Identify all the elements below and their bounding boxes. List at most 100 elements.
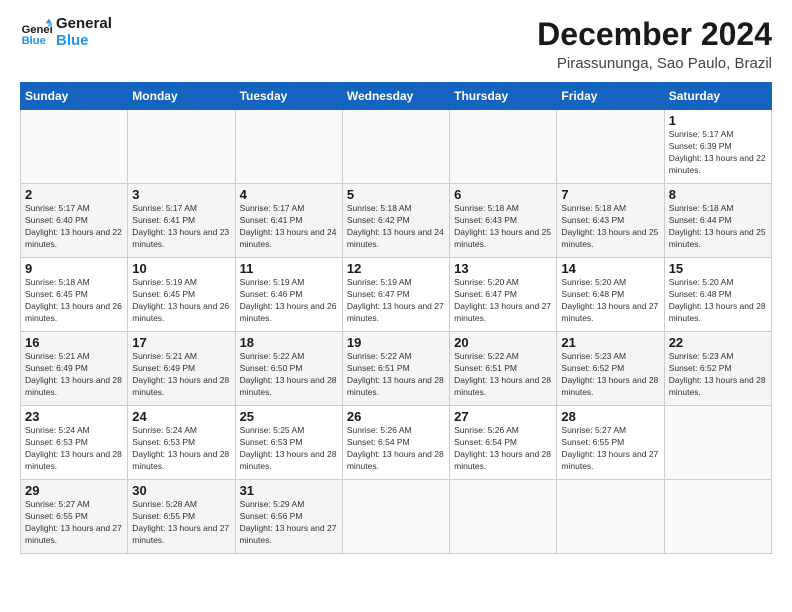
logo: General Blue General Blue — [20, 16, 112, 49]
day-cell: 19Sunrise: 5:22 AMSunset: 6:51 PMDayligh… — [342, 332, 449, 406]
day-cell: 22Sunrise: 5:23 AMSunset: 6:52 PMDayligh… — [664, 332, 771, 406]
day-cell: 4Sunrise: 5:17 AMSunset: 6:41 PMDaylight… — [235, 184, 342, 258]
day-info: Sunrise: 5:27 AMSunset: 6:55 PMDaylight:… — [25, 499, 123, 547]
day-cell: 5Sunrise: 5:18 AMSunset: 6:42 PMDaylight… — [342, 184, 449, 258]
week-row-1: 1Sunrise: 5:17 AMSunset: 6:39 PMDaylight… — [21, 110, 772, 184]
day-cell: 30Sunrise: 5:28 AMSunset: 6:55 PMDayligh… — [128, 480, 235, 554]
day-number: 12 — [347, 261, 445, 276]
day-cell: 9Sunrise: 5:18 AMSunset: 6:45 PMDaylight… — [21, 258, 128, 332]
calendar-page: General Blue General Blue December 2024 … — [0, 0, 792, 612]
day-info: Sunrise: 5:26 AMSunset: 6:54 PMDaylight:… — [454, 425, 552, 473]
day-number: 4 — [240, 187, 338, 202]
day-header-friday: Friday — [557, 83, 664, 110]
day-cell — [557, 480, 664, 554]
day-info: Sunrise: 5:27 AMSunset: 6:55 PMDaylight:… — [561, 425, 659, 473]
day-cell: 18Sunrise: 5:22 AMSunset: 6:50 PMDayligh… — [235, 332, 342, 406]
day-header-sunday: Sunday — [21, 83, 128, 110]
logo-blue: Blue — [56, 33, 112, 50]
day-info: Sunrise: 5:21 AMSunset: 6:49 PMDaylight:… — [132, 351, 230, 399]
day-number: 21 — [561, 335, 659, 350]
day-info: Sunrise: 5:17 AMSunset: 6:39 PMDaylight:… — [669, 129, 767, 177]
day-number: 23 — [25, 409, 123, 424]
day-cell — [342, 110, 449, 184]
day-cell: 20Sunrise: 5:22 AMSunset: 6:51 PMDayligh… — [450, 332, 557, 406]
day-number: 13 — [454, 261, 552, 276]
day-number: 9 — [25, 261, 123, 276]
header: General Blue General Blue December 2024 … — [20, 16, 772, 72]
day-number: 31 — [240, 483, 338, 498]
day-number: 5 — [347, 187, 445, 202]
logo-icon: General Blue — [20, 17, 52, 49]
day-info: Sunrise: 5:22 AMSunset: 6:51 PMDaylight:… — [454, 351, 552, 399]
day-number: 25 — [240, 409, 338, 424]
day-info: Sunrise: 5:18 AMSunset: 6:44 PMDaylight:… — [669, 203, 767, 251]
day-info: Sunrise: 5:24 AMSunset: 6:53 PMDaylight:… — [25, 425, 123, 473]
day-cell: 28Sunrise: 5:27 AMSunset: 6:55 PMDayligh… — [557, 406, 664, 480]
day-info: Sunrise: 5:17 AMSunset: 6:41 PMDaylight:… — [132, 203, 230, 251]
week-row-2: 2Sunrise: 5:17 AMSunset: 6:40 PMDaylight… — [21, 184, 772, 258]
day-number: 3 — [132, 187, 230, 202]
day-number: 17 — [132, 335, 230, 350]
day-cell — [450, 110, 557, 184]
day-info: Sunrise: 5:29 AMSunset: 6:56 PMDaylight:… — [240, 499, 338, 547]
day-number: 30 — [132, 483, 230, 498]
day-cell: 23Sunrise: 5:24 AMSunset: 6:53 PMDayligh… — [21, 406, 128, 480]
day-info: Sunrise: 5:26 AMSunset: 6:54 PMDaylight:… — [347, 425, 445, 473]
day-number: 18 — [240, 335, 338, 350]
day-header-saturday: Saturday — [664, 83, 771, 110]
day-cell — [342, 480, 449, 554]
svg-text:General: General — [22, 24, 52, 36]
day-cell: 25Sunrise: 5:25 AMSunset: 6:53 PMDayligh… — [235, 406, 342, 480]
week-row-6: 29Sunrise: 5:27 AMSunset: 6:55 PMDayligh… — [21, 480, 772, 554]
week-row-3: 9Sunrise: 5:18 AMSunset: 6:45 PMDaylight… — [21, 258, 772, 332]
day-info: Sunrise: 5:18 AMSunset: 6:43 PMDaylight:… — [454, 203, 552, 251]
day-number: 11 — [240, 261, 338, 276]
day-info: Sunrise: 5:18 AMSunset: 6:45 PMDaylight:… — [25, 277, 123, 325]
day-number: 7 — [561, 187, 659, 202]
day-cell: 15Sunrise: 5:20 AMSunset: 6:48 PMDayligh… — [664, 258, 771, 332]
day-number: 16 — [25, 335, 123, 350]
day-info: Sunrise: 5:21 AMSunset: 6:49 PMDaylight:… — [25, 351, 123, 399]
svg-text:Blue: Blue — [22, 35, 46, 47]
day-cell: 29Sunrise: 5:27 AMSunset: 6:55 PMDayligh… — [21, 480, 128, 554]
day-number: 29 — [25, 483, 123, 498]
calendar-table: SundayMondayTuesdayWednesdayThursdayFrid… — [20, 82, 772, 554]
day-cell: 1Sunrise: 5:17 AMSunset: 6:39 PMDaylight… — [664, 110, 771, 184]
day-cell — [21, 110, 128, 184]
day-cell: 14Sunrise: 5:20 AMSunset: 6:48 PMDayligh… — [557, 258, 664, 332]
day-info: Sunrise: 5:18 AMSunset: 6:42 PMDaylight:… — [347, 203, 445, 251]
day-cell — [557, 110, 664, 184]
day-cell: 24Sunrise: 5:24 AMSunset: 6:53 PMDayligh… — [128, 406, 235, 480]
day-header-tuesday: Tuesday — [235, 83, 342, 110]
day-header-monday: Monday — [128, 83, 235, 110]
day-info: Sunrise: 5:19 AMSunset: 6:46 PMDaylight:… — [240, 277, 338, 325]
day-cell — [664, 406, 771, 480]
day-info: Sunrise: 5:22 AMSunset: 6:51 PMDaylight:… — [347, 351, 445, 399]
day-number: 8 — [669, 187, 767, 202]
day-number: 14 — [561, 261, 659, 276]
day-number: 15 — [669, 261, 767, 276]
day-info: Sunrise: 5:17 AMSunset: 6:41 PMDaylight:… — [240, 203, 338, 251]
day-cell: 12Sunrise: 5:19 AMSunset: 6:47 PMDayligh… — [342, 258, 449, 332]
day-number: 26 — [347, 409, 445, 424]
day-info: Sunrise: 5:20 AMSunset: 6:47 PMDaylight:… — [454, 277, 552, 325]
day-info: Sunrise: 5:19 AMSunset: 6:45 PMDaylight:… — [132, 277, 230, 325]
day-info: Sunrise: 5:20 AMSunset: 6:48 PMDaylight:… — [561, 277, 659, 325]
day-cell: 21Sunrise: 5:23 AMSunset: 6:52 PMDayligh… — [557, 332, 664, 406]
day-header-wednesday: Wednesday — [342, 83, 449, 110]
day-cell: 11Sunrise: 5:19 AMSunset: 6:46 PMDayligh… — [235, 258, 342, 332]
day-cell: 10Sunrise: 5:19 AMSunset: 6:45 PMDayligh… — [128, 258, 235, 332]
day-cell — [450, 480, 557, 554]
day-cell: 31Sunrise: 5:29 AMSunset: 6:56 PMDayligh… — [235, 480, 342, 554]
day-header-thursday: Thursday — [450, 83, 557, 110]
day-number: 22 — [669, 335, 767, 350]
day-info: Sunrise: 5:23 AMSunset: 6:52 PMDaylight:… — [669, 351, 767, 399]
day-cell — [664, 480, 771, 554]
day-number: 19 — [347, 335, 445, 350]
header-row: SundayMondayTuesdayWednesdayThursdayFrid… — [21, 83, 772, 110]
day-number: 1 — [669, 113, 767, 128]
day-info: Sunrise: 5:19 AMSunset: 6:47 PMDaylight:… — [347, 277, 445, 325]
day-info: Sunrise: 5:25 AMSunset: 6:53 PMDaylight:… — [240, 425, 338, 473]
day-cell: 27Sunrise: 5:26 AMSunset: 6:54 PMDayligh… — [450, 406, 557, 480]
day-number: 27 — [454, 409, 552, 424]
